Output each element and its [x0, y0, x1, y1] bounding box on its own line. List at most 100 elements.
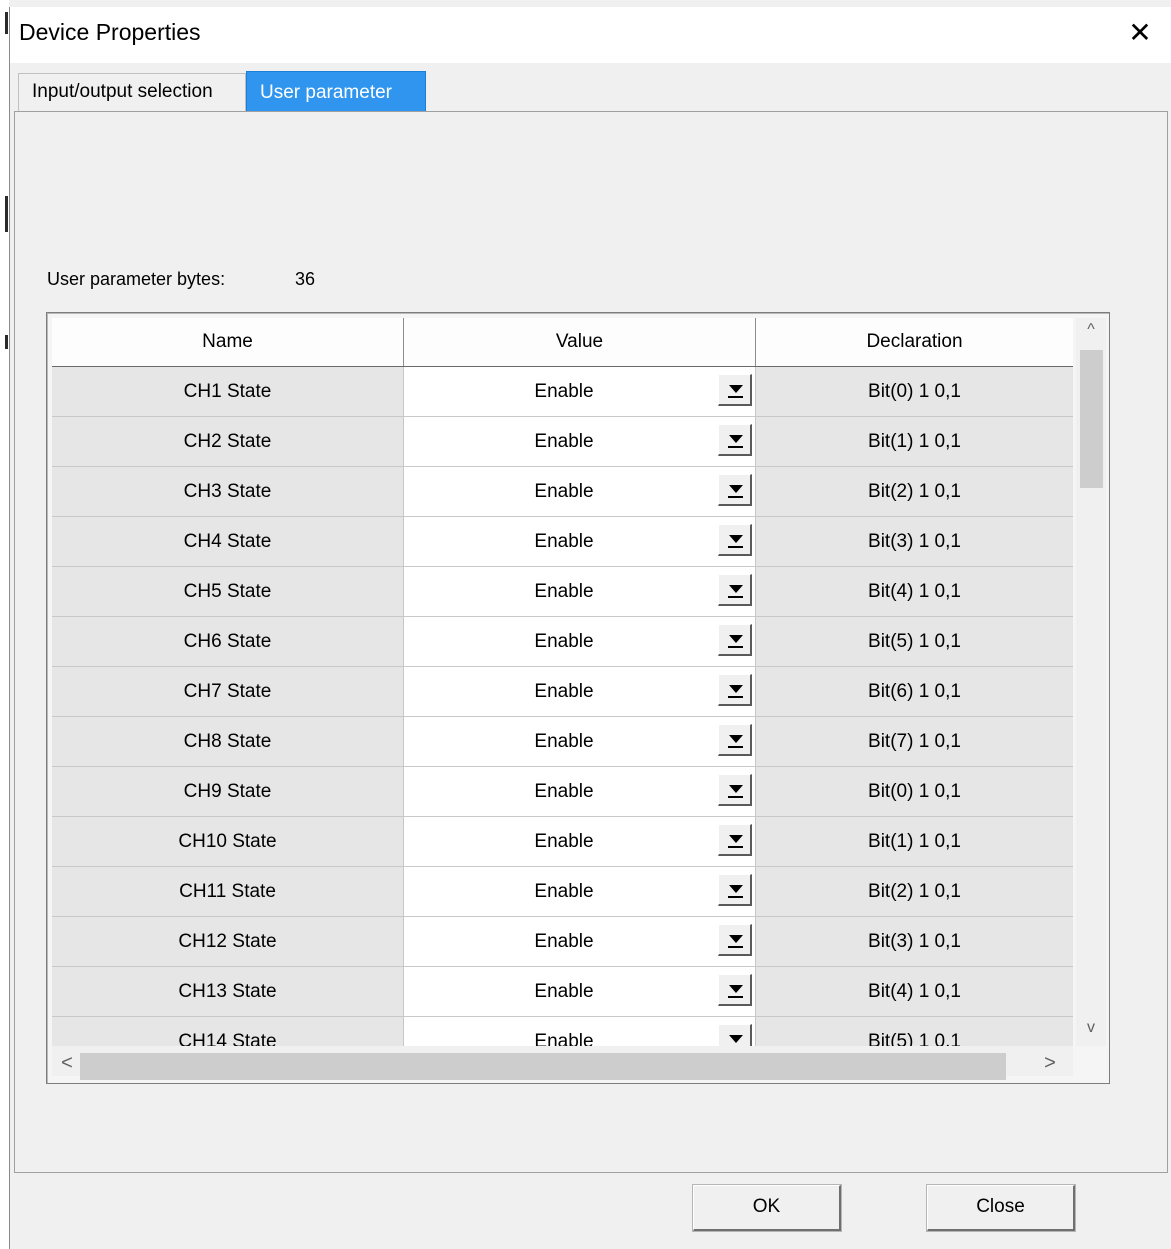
table-row[interactable]: CH7 State Enable Bit(6) 1 0,1	[52, 667, 1073, 717]
table-row[interactable]: CH8 State Enable Bit(7) 1 0,1	[52, 717, 1073, 767]
column-header-name[interactable]: Name	[52, 318, 404, 366]
column-header-declaration[interactable]: Declaration	[756, 318, 1073, 366]
dropdown-arrow-icon[interactable]	[718, 974, 752, 1006]
dropdown-arrow-icon[interactable]	[718, 1024, 752, 1046]
dropdown-bar	[728, 546, 743, 548]
edge-mark	[5, 12, 8, 34]
ok-button[interactable]: OK	[692, 1184, 842, 1232]
row-declaration-cell: Bit(4) 1 0,1	[756, 967, 1073, 1017]
row-value-dropdown[interactable]: Enable	[404, 567, 756, 617]
row-name-cell: CH4 State	[52, 517, 404, 567]
row-declaration-cell: Bit(7) 1 0,1	[756, 717, 1073, 767]
chevron-down-icon	[729, 835, 743, 843]
row-value-text: Enable	[534, 631, 594, 652]
dropdown-arrow-icon[interactable]	[718, 674, 752, 706]
row-value-text: Enable	[534, 681, 594, 702]
dropdown-arrow-icon[interactable]	[718, 874, 752, 906]
table-row[interactable]: CH14 State Enable Bit(5) 1 0,1	[52, 1017, 1073, 1046]
horizontal-scroll-thumb[interactable]	[80, 1053, 1006, 1080]
row-value-dropdown[interactable]: Enable	[404, 417, 756, 467]
table-row[interactable]: CH13 State Enable Bit(4) 1 0,1	[52, 967, 1073, 1017]
table-row[interactable]: CH10 State Enable Bit(1) 1 0,1	[52, 817, 1073, 867]
row-declaration-cell: Bit(3) 1 0,1	[756, 917, 1073, 967]
vertical-scroll-thumb[interactable]	[1080, 350, 1103, 488]
dropdown-arrow-icon[interactable]	[718, 924, 752, 956]
row-name-cell: CH7 State	[52, 667, 404, 717]
row-value-text: Enable	[534, 531, 594, 552]
dropdown-arrow-icon[interactable]	[718, 474, 752, 506]
chevron-down-icon	[729, 735, 743, 743]
scroll-left-icon[interactable]: <	[57, 1052, 77, 1075]
tab-user-parameter[interactable]: User parameter	[246, 71, 426, 113]
row-declaration-cell: Bit(1) 1 0,1	[756, 417, 1073, 467]
row-value-dropdown[interactable]: Enable	[404, 517, 756, 567]
row-value-dropdown[interactable]: Enable	[404, 667, 756, 717]
row-declaration-cell: Bit(0) 1 0,1	[756, 767, 1073, 817]
dropdown-arrow-icon[interactable]	[718, 774, 752, 806]
row-declaration-cell: Bit(5) 1 0,1	[756, 617, 1073, 667]
table-row[interactable]: CH1 State Enable Bit(0) 1 0,1	[52, 367, 1073, 417]
row-value-text: Enable	[534, 831, 594, 852]
row-value-text: Enable	[534, 1031, 594, 1046]
background-window-edge	[0, 0, 9, 1249]
row-value-dropdown[interactable]: Enable	[404, 717, 756, 767]
chevron-down-icon	[729, 435, 743, 443]
row-declaration-cell: Bit(5) 1 0,1	[756, 1017, 1073, 1046]
close-button[interactable]: Close	[926, 1184, 1076, 1232]
tab-input-output-selection[interactable]: Input/output selection	[18, 73, 246, 111]
scroll-right-icon[interactable]: >	[1040, 1052, 1060, 1075]
scroll-up-icon[interactable]: ^	[1076, 321, 1106, 339]
dropdown-arrow-icon[interactable]	[718, 624, 752, 656]
chevron-down-icon	[729, 385, 743, 393]
column-header-value[interactable]: Value	[404, 318, 756, 366]
row-name-cell: CH8 State	[52, 717, 404, 767]
chevron-down-icon	[729, 885, 743, 893]
dropdown-arrow-icon[interactable]	[718, 824, 752, 856]
dropdown-arrow-icon[interactable]	[718, 574, 752, 606]
row-value-dropdown[interactable]: Enable	[404, 917, 756, 967]
dropdown-arrow-icon[interactable]	[718, 524, 752, 556]
chevron-down-icon	[729, 635, 743, 643]
row-value-dropdown[interactable]: Enable	[404, 617, 756, 667]
row-name-cell: CH10 State	[52, 817, 404, 867]
table-row[interactable]: CH6 State Enable Bit(5) 1 0,1	[52, 617, 1073, 667]
chevron-down-icon	[729, 685, 743, 693]
row-value-dropdown[interactable]: Enable	[404, 467, 756, 517]
table-row[interactable]: CH5 State Enable Bit(4) 1 0,1	[52, 567, 1073, 617]
table-row[interactable]: CH4 State Enable Bit(3) 1 0,1	[52, 517, 1073, 567]
dropdown-arrow-icon[interactable]	[718, 374, 752, 406]
row-name-cell: CH5 State	[52, 567, 404, 617]
scroll-down-icon[interactable]: v	[1076, 1019, 1106, 1037]
table-row[interactable]: CH11 State Enable Bit(2) 1 0,1	[52, 867, 1073, 917]
table-row[interactable]: CH2 State Enable Bit(1) 1 0,1	[52, 417, 1073, 467]
window-title: Device Properties	[19, 19, 201, 45]
row-value-dropdown[interactable]: Enable	[404, 817, 756, 867]
row-value-dropdown[interactable]: Enable	[404, 1017, 756, 1046]
grid-header: Name Value Declaration	[52, 318, 1073, 368]
table-row[interactable]: CH9 State Enable Bit(0) 1 0,1	[52, 767, 1073, 817]
chevron-down-icon	[729, 1035, 743, 1043]
dropdown-bar	[728, 946, 743, 948]
close-icon[interactable]: ✕	[1120, 13, 1160, 53]
row-value-text: Enable	[534, 481, 594, 502]
row-value-dropdown[interactable]: Enable	[404, 367, 756, 417]
chevron-down-icon	[729, 785, 743, 793]
edge-mark	[5, 196, 8, 232]
chevron-down-icon	[729, 985, 743, 993]
row-name-cell: CH13 State	[52, 967, 404, 1017]
table-row[interactable]: CH12 State Enable Bit(3) 1 0,1	[52, 917, 1073, 967]
chevron-down-icon	[729, 585, 743, 593]
user-parameter-bytes-label: User parameter bytes:	[47, 269, 226, 289]
row-declaration-cell: Bit(1) 1 0,1	[756, 817, 1073, 867]
dropdown-arrow-icon[interactable]	[718, 424, 752, 456]
row-name-cell: CH6 State	[52, 617, 404, 667]
row-value-dropdown[interactable]: Enable	[404, 867, 756, 917]
row-value-dropdown[interactable]: Enable	[404, 767, 756, 817]
dropdown-bar	[728, 896, 743, 898]
row-name-cell: CH3 State	[52, 467, 404, 517]
row-value-dropdown[interactable]: Enable	[404, 967, 756, 1017]
table-row[interactable]: CH3 State Enable Bit(2) 1 0,1	[52, 467, 1073, 517]
chevron-down-icon	[729, 935, 743, 943]
dropdown-bar	[728, 596, 743, 598]
dropdown-arrow-icon[interactable]	[718, 724, 752, 756]
